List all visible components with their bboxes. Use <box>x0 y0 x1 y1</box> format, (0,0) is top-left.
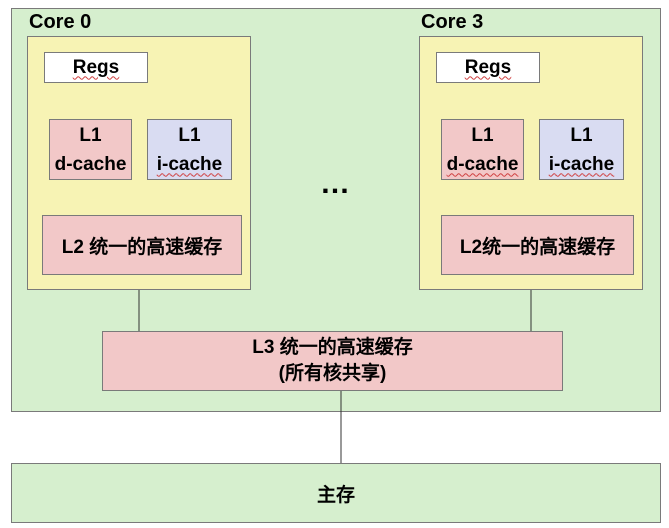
core3-registers: Regs <box>436 52 540 83</box>
l3-label: L3 统一的高速缓存 <box>252 337 413 358</box>
core3-l2-cache: L2统一的高速缓存 <box>441 215 634 275</box>
core0-l1d-type: d-cache <box>54 153 127 175</box>
core3-l1i-level: L1 <box>570 124 593 146</box>
l3-shared-cache: L3 统一的高速缓存 (所有核共享) <box>102 331 563 391</box>
core3-l1d-level: L1 <box>471 124 494 146</box>
core0-l1i-level: L1 <box>178 124 201 146</box>
main-memory: 主存 <box>11 463 661 523</box>
core3-regs-label: Regs <box>464 56 512 78</box>
core0-label: Core 0 <box>29 11 92 33</box>
core0-l1-dcache: L1 d-cache <box>49 119 132 180</box>
core3-l1i-type: i-cache <box>548 153 615 175</box>
core3-l1-icache: L1 i-cache <box>539 119 624 180</box>
core0-l2-cache: L2 统一的高速缓存 <box>42 215 242 275</box>
l3-shared-note: (所有核共享) <box>278 363 387 384</box>
more-cores-ellipsis: … <box>320 167 350 200</box>
core0-regs-label: Regs <box>72 56 120 78</box>
core3-l1-dcache: L1 d-cache <box>441 119 524 180</box>
core3-label: Core 3 <box>421 11 484 33</box>
main-memory-label: 主存 <box>316 484 355 506</box>
core0-l1i-type: i-cache <box>156 153 223 175</box>
core0-registers: Regs <box>44 52 148 83</box>
core3-l2-label: L2统一的高速缓存 <box>459 236 616 258</box>
core0-l1d-level: L1 <box>79 124 102 146</box>
core0-l1-icache: L1 i-cache <box>147 119 232 180</box>
core0-l2-label: L2 统一的高速缓存 <box>61 236 223 258</box>
core3-l1d-type: d-cache <box>446 153 519 175</box>
